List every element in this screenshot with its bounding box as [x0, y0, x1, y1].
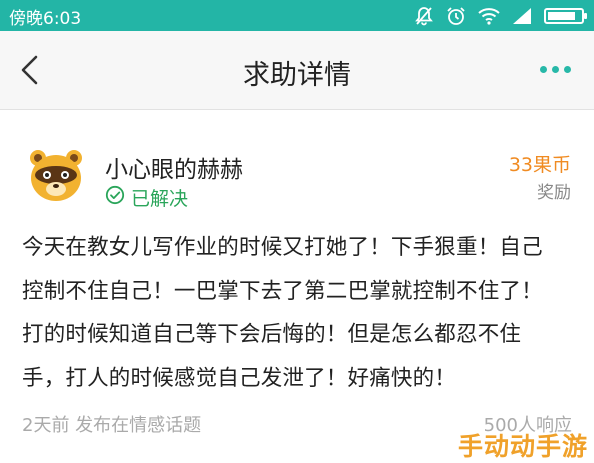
post-content: 今天在教女儿写作业的时候又打她了！下手狠重！自己 控制不住自己！一巴掌下去了第二… — [22, 226, 574, 400]
more-button[interactable] — [540, 59, 580, 79]
status-time: 傍晚6:03 — [9, 9, 82, 29]
status-icons — [414, 0, 587, 31]
signal-icon — [512, 7, 532, 25]
watermark: 手动动手游 — [457, 432, 588, 461]
post-meta: 2天前 发布在情感话题 — [22, 415, 202, 436]
username[interactable]: 小心眼的赫赫 — [105, 150, 243, 184]
battery-fill — [548, 11, 576, 20]
page-title: 求助详情 — [243, 60, 351, 91]
nav-bar: 求助详情 — [0, 31, 594, 110]
status-badge: 已解决 — [105, 184, 188, 210]
content-line: 今天在教女儿写作业的时候又打她了！下手狠重！自己 — [22, 235, 543, 260]
more-dots-icon — [540, 65, 571, 73]
status-label: 已解决 — [131, 187, 189, 210]
content-line: 手，打人的时候感觉自己发泄了！好痛快的！ — [22, 365, 457, 391]
battery-icon — [544, 7, 587, 24]
status-bar: 傍晚6:03 — [0, 0, 594, 31]
reward-amount: 33果币 — [508, 154, 571, 176]
alarm-icon — [446, 6, 466, 26]
avatar[interactable] — [25, 144, 87, 206]
check-circle-icon — [105, 185, 125, 210]
content-line: 打的时候知道自己等下会后悔的！但是怎么都忍不住 — [22, 322, 522, 347]
content-line: 控制不住自己！一巴掌下去了第二巴掌就控制不住了！ — [22, 278, 543, 304]
wifi-icon — [478, 7, 500, 25]
reward-label: 奖励 — [537, 183, 571, 203]
mute-icon — [414, 6, 434, 26]
